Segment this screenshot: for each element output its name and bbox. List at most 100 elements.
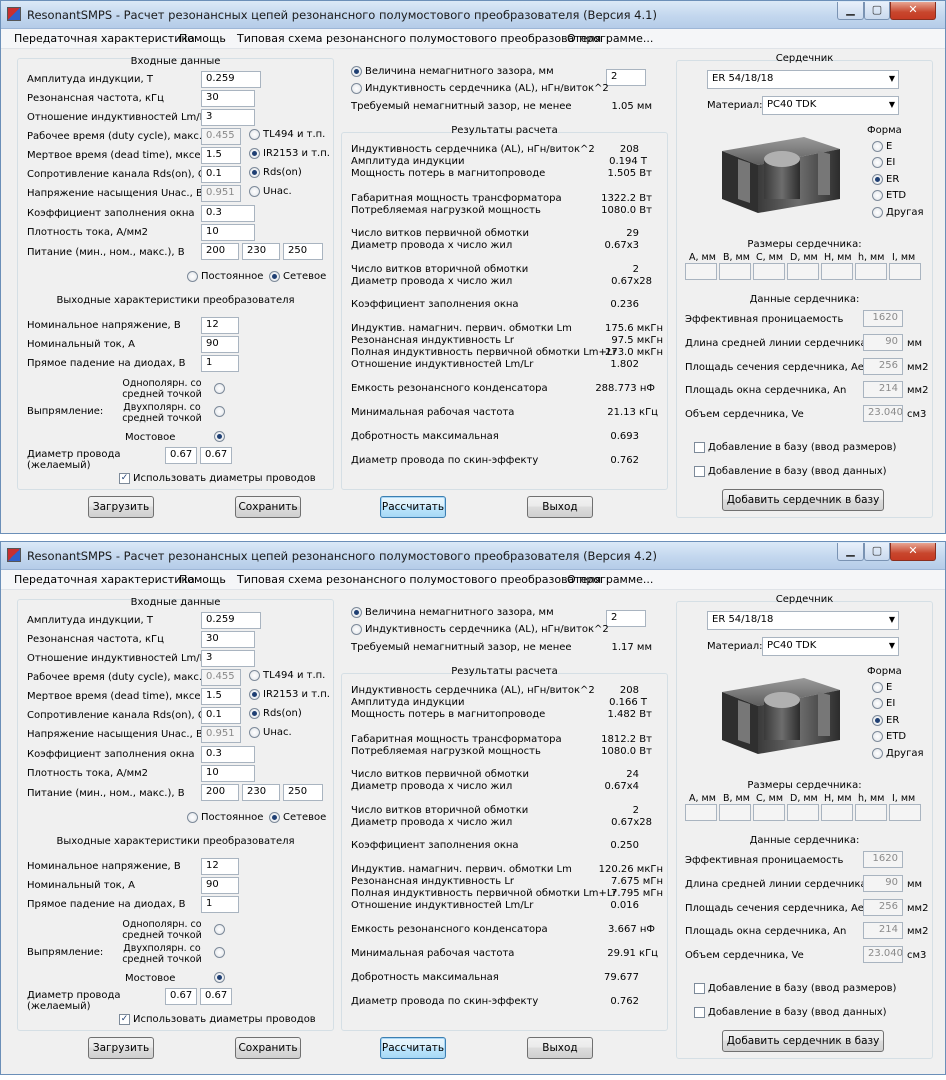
supply-nom-input[interactable]: 230	[242, 784, 280, 801]
rect-bridge-radio[interactable]	[214, 431, 225, 442]
shape-er-radio[interactable]	[872, 715, 883, 726]
shape-ei-radio[interactable]	[872, 157, 883, 168]
dim-b-input[interactable]	[719, 804, 751, 821]
menu-typical-schematic[interactable]: Типовая схема резонансного полумостового…	[237, 32, 601, 45]
dim-a-input[interactable]	[685, 263, 717, 280]
core-data-value[interactable]: 214	[863, 922, 903, 939]
saturation-voltage-input[interactable]: 0.951	[201, 726, 241, 743]
shape-e-radio[interactable]	[872, 141, 883, 152]
use-wire-checkbox[interactable]: ✓	[119, 473, 130, 484]
core-al-radio[interactable]	[351, 83, 362, 94]
rds-on-input[interactable]: 0.1	[201, 707, 241, 724]
calculate-button[interactable]: Рассчитать	[380, 1037, 446, 1059]
nominal-voltage-input[interactable]: 12	[201, 858, 239, 875]
core-data-value[interactable]: 1620	[863, 310, 903, 327]
gap-value-input[interactable]: 2	[606, 69, 646, 86]
load-button[interactable]: Загрузить	[88, 496, 154, 518]
usat-radio[interactable]	[249, 186, 260, 197]
shape-other-radio[interactable]	[872, 748, 883, 759]
material-select[interactable]: PC40 TDK ▼	[762, 637, 899, 656]
dim-i-input[interactable]	[889, 263, 921, 280]
title-bar[interactable]: ResonantSMPS - Расчет резонансных цепей …	[1, 542, 945, 570]
minimize-button[interactable]: ▁	[837, 2, 864, 20]
add-core-button[interactable]: Добавить сердечник в базу	[722, 1030, 884, 1052]
shape-er-radio[interactable]	[872, 174, 883, 185]
diode-drop-input[interactable]: 1	[201, 896, 239, 913]
menu-help[interactable]: Помощь	[179, 573, 226, 586]
dim-c-input[interactable]	[753, 263, 785, 280]
induction-amplitude-input[interactable]: 0.259	[201, 71, 261, 88]
ac-supply-radio[interactable]	[269, 812, 280, 823]
dim-h-input[interactable]	[821, 804, 853, 821]
add-data-checkbox[interactable]	[694, 466, 705, 477]
menu-help[interactable]: Помощь	[179, 32, 226, 45]
shape-ei-radio[interactable]	[872, 698, 883, 709]
supply-min-input[interactable]: 200	[201, 784, 239, 801]
core-data-value[interactable]: 214	[863, 381, 903, 398]
core-al-radio[interactable]	[351, 624, 362, 635]
dim-a-input[interactable]	[685, 804, 717, 821]
resonant-frequency-input[interactable]: 30	[201, 90, 255, 107]
rect-single-radio[interactable]	[214, 383, 225, 394]
menu-about[interactable]: О программе...	[567, 32, 653, 45]
nominal-current-input[interactable]: 90	[201, 877, 239, 894]
maximize-button[interactable]: ▢	[864, 543, 890, 561]
wire-diameter-primary-input[interactable]: 0.67	[165, 988, 197, 1005]
core-data-value[interactable]: 1620	[863, 851, 903, 868]
supply-max-input[interactable]: 250	[283, 784, 323, 801]
core-data-value[interactable]: 90	[863, 334, 903, 351]
rect-bridge-radio[interactable]	[214, 972, 225, 983]
save-button[interactable]: Сохранить	[235, 496, 301, 518]
rect-single-radio[interactable]	[214, 924, 225, 935]
resonant-frequency-input[interactable]: 30	[201, 631, 255, 648]
dim-d-input[interactable]	[787, 804, 819, 821]
close-button[interactable]: ✕	[890, 2, 936, 20]
dim-small-h-input[interactable]	[855, 263, 887, 280]
dead-time-input[interactable]: 1.5	[201, 147, 241, 164]
inductance-ratio-input[interactable]: 3	[201, 109, 255, 126]
core-type-select[interactable]: ER 54/18/18 ▼	[707, 70, 899, 89]
tl494-radio[interactable]	[249, 670, 260, 681]
shape-e-radio[interactable]	[872, 682, 883, 693]
wire-diameter-primary-input[interactable]: 0.67	[165, 447, 197, 464]
core-data-value[interactable]: 256	[863, 899, 903, 916]
induction-amplitude-input[interactable]: 0.259	[201, 612, 261, 629]
use-wire-checkbox[interactable]: ✓	[119, 1014, 130, 1025]
supply-min-input[interactable]: 200	[201, 243, 239, 260]
exit-button[interactable]: Выход	[527, 1037, 593, 1059]
nominal-voltage-input[interactable]: 12	[201, 317, 239, 334]
rect-bipolar-radio[interactable]	[214, 947, 225, 958]
tl494-radio[interactable]	[249, 129, 260, 140]
rds-on-input[interactable]: 0.1	[201, 166, 241, 183]
exit-button[interactable]: Выход	[527, 496, 593, 518]
add-dims-checkbox[interactable]	[694, 442, 705, 453]
core-data-value[interactable]: 90	[863, 875, 903, 892]
dim-small-h-input[interactable]	[855, 804, 887, 821]
current-density-input[interactable]: 10	[201, 765, 255, 782]
wire-diameter-secondary-input[interactable]: 0.67	[200, 447, 232, 464]
shape-etd-radio[interactable]	[872, 190, 883, 201]
menu-about[interactable]: О программе...	[567, 573, 653, 586]
dc-supply-radio[interactable]	[187, 812, 198, 823]
minimize-button[interactable]: ▁	[837, 543, 864, 561]
window-fill-input[interactable]: 0.3	[201, 205, 255, 222]
rds-on-radio[interactable]	[249, 708, 260, 719]
supply-max-input[interactable]: 250	[283, 243, 323, 260]
calculate-button[interactable]: Рассчитать	[380, 496, 446, 518]
current-density-input[interactable]: 10	[201, 224, 255, 241]
gap-value-input[interactable]: 2	[606, 610, 646, 627]
add-data-checkbox[interactable]	[694, 1007, 705, 1018]
add-dims-checkbox[interactable]	[694, 983, 705, 994]
dead-time-input[interactable]: 1.5	[201, 688, 241, 705]
menu-typical-schematic[interactable]: Типовая схема резонансного полумостового…	[237, 573, 601, 586]
menu-transfer-characteristic[interactable]: Передаточная характеристика	[14, 32, 195, 45]
material-select[interactable]: PC40 TDK ▼	[762, 96, 899, 115]
add-core-button[interactable]: Добавить сердечник в базу	[722, 489, 884, 511]
diode-drop-input[interactable]: 1	[201, 355, 239, 372]
core-type-select[interactable]: ER 54/18/18 ▼	[707, 611, 899, 630]
dim-d-input[interactable]	[787, 263, 819, 280]
wire-diameter-secondary-input[interactable]: 0.67	[200, 988, 232, 1005]
duty-cycle-input[interactable]: 0.455	[201, 128, 241, 145]
maximize-button[interactable]: ▢	[864, 2, 890, 20]
inductance-ratio-input[interactable]: 3	[201, 650, 255, 667]
